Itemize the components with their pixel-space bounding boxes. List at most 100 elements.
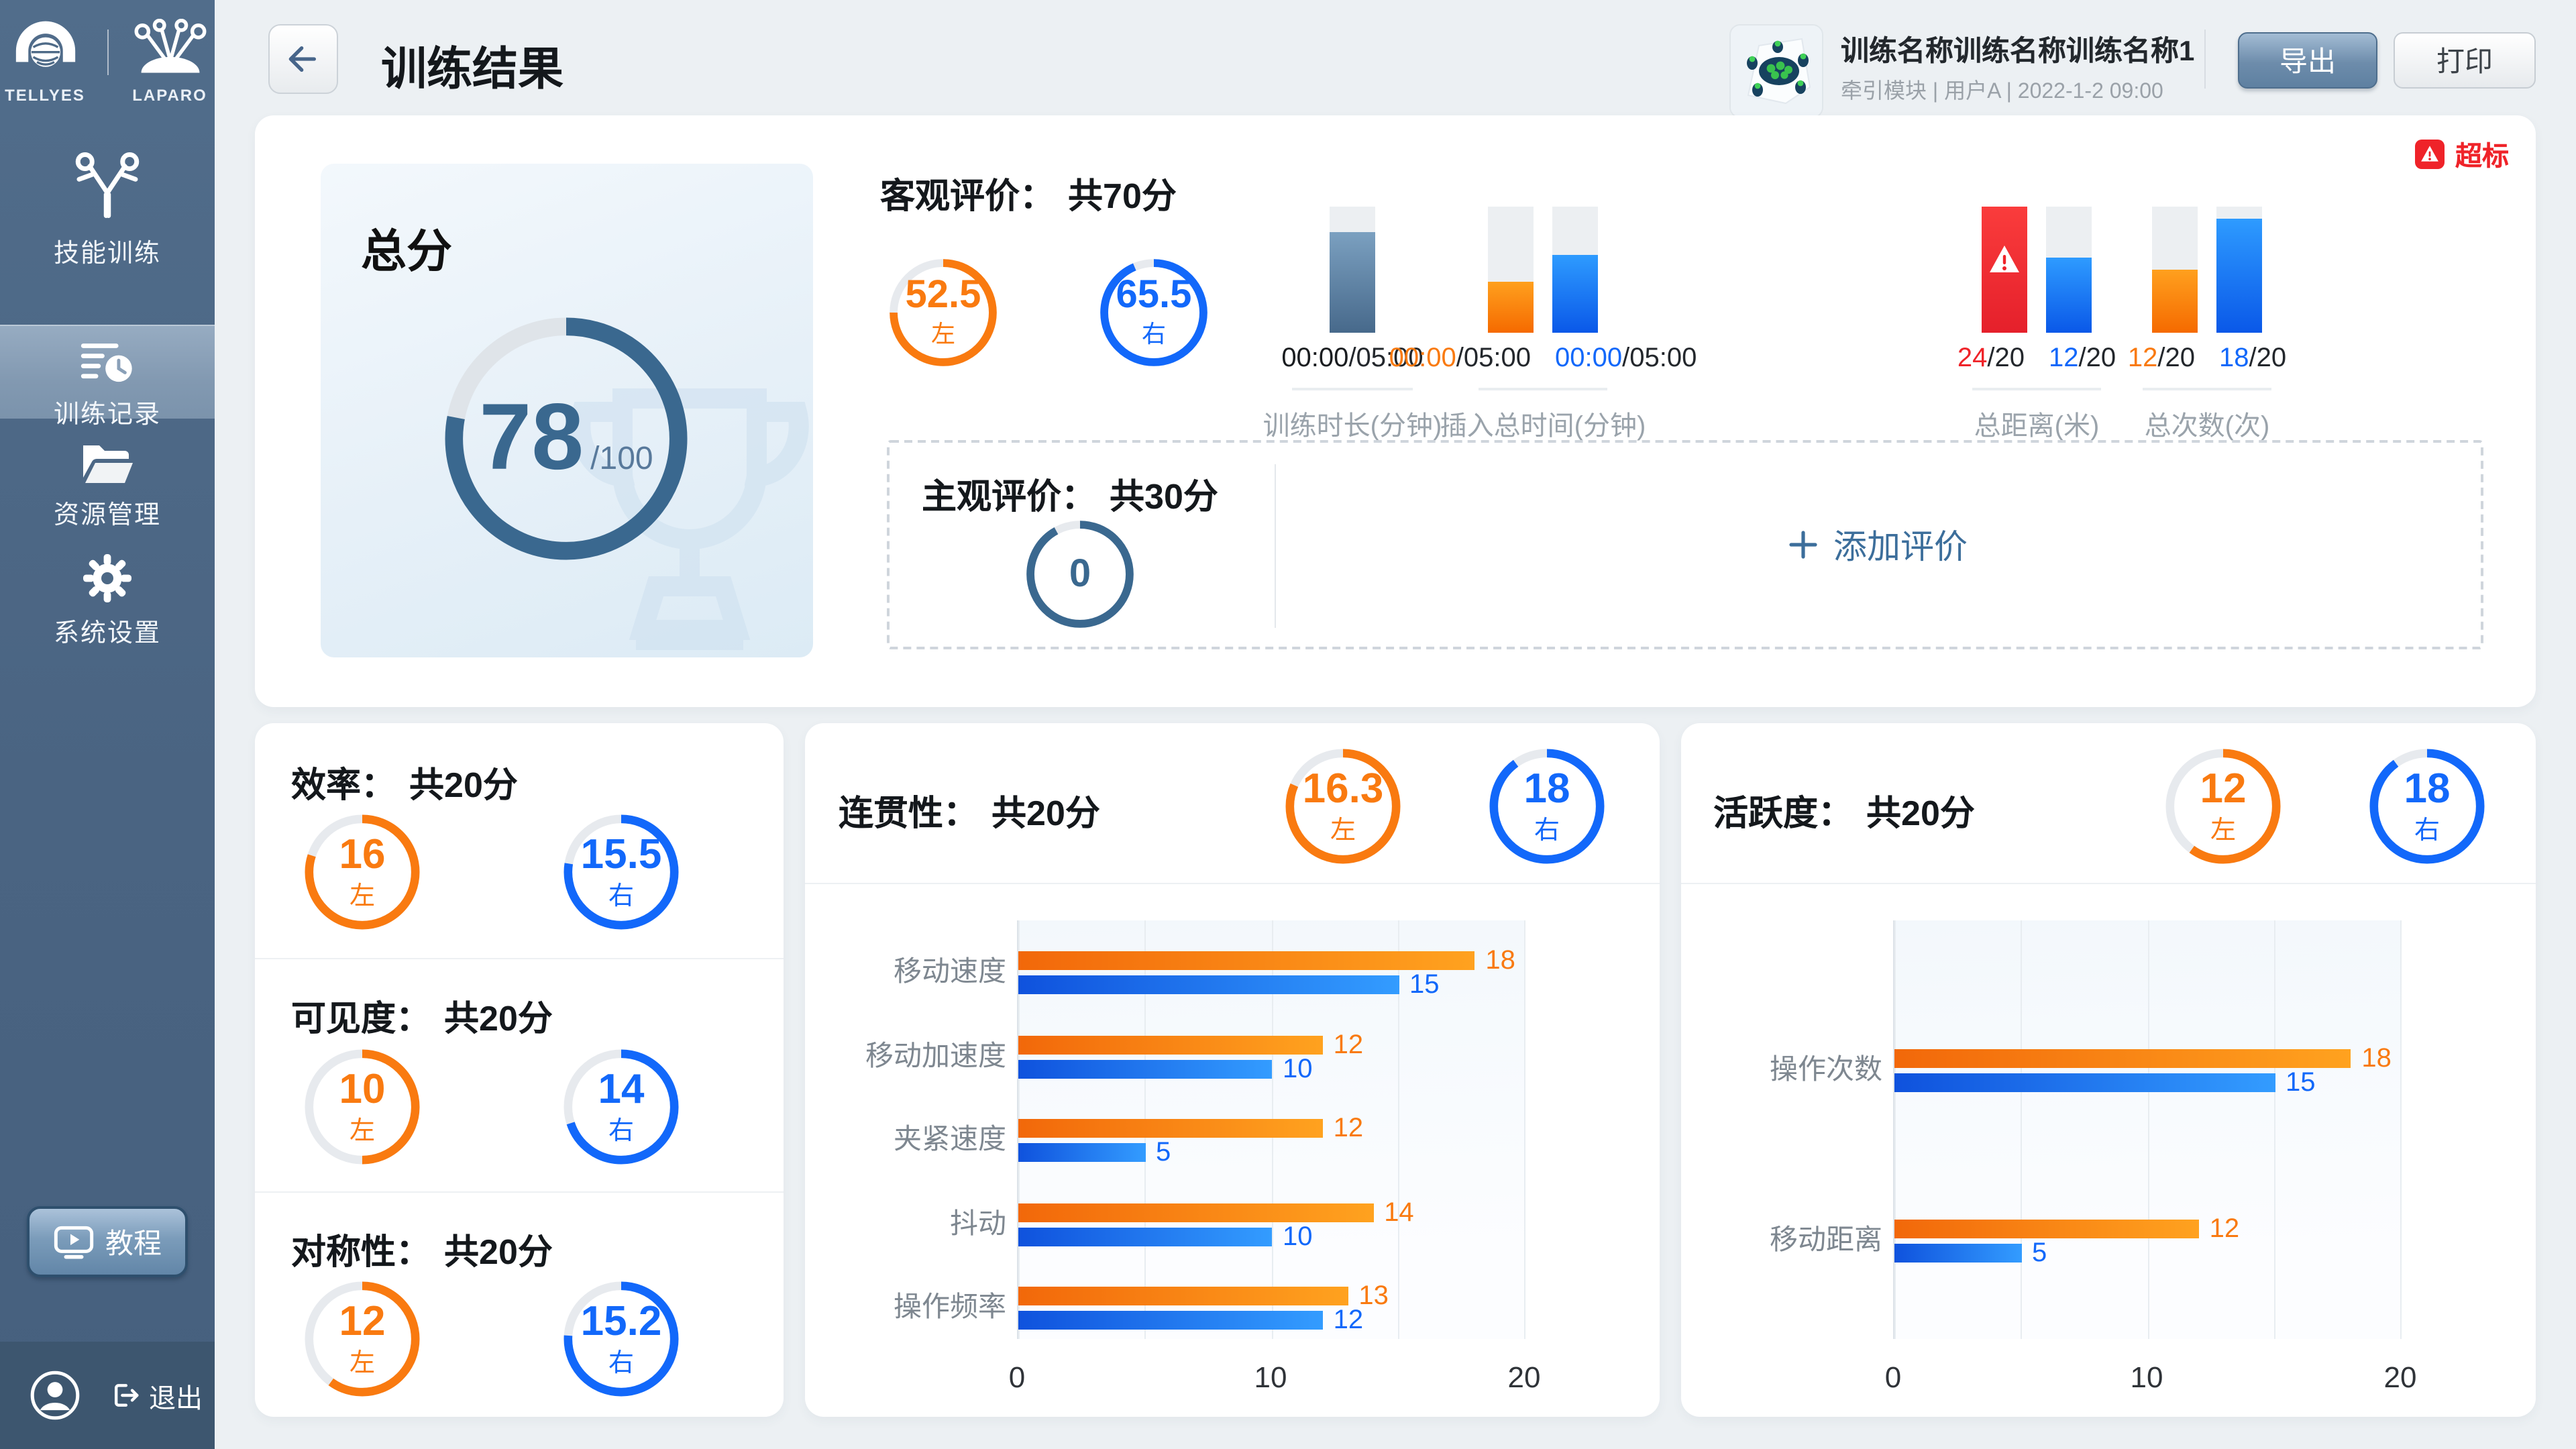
axis-tick-label: 10	[2131, 1360, 2163, 1395]
sidebar-item-training-records[interactable]: 训练记录	[0, 325, 215, 419]
gauge-number: 12	[339, 1299, 386, 1342]
bar-left-value: 14	[1384, 1199, 1414, 1226]
gauge-number: 0	[1069, 554, 1091, 594]
gauge-value: 18右	[2367, 746, 2487, 867]
axis-tick-label: 0	[1009, 1360, 1026, 1395]
gauge-value: 14右	[561, 1046, 682, 1167]
visibility-gauge-right: 14右	[561, 1046, 682, 1167]
add-evaluation-label: 添加评价	[1833, 521, 1968, 569]
app-root: TELLYES LAPARO	[0, 0, 2576, 1449]
mini-bar-track	[2152, 207, 2198, 333]
brand-divider	[107, 30, 108, 75]
over-limit-badge: 超标	[2415, 134, 2509, 173]
avatar[interactable]	[30, 1370, 80, 1421]
bar-right	[1018, 975, 1399, 994]
mini-bar-fill	[2216, 219, 2262, 333]
sidebar-item-system-settings[interactable]: 系统设置	[0, 554, 215, 648]
category-label: 操作频率	[894, 1289, 1006, 1327]
gauge-side-label: 右	[1142, 315, 1166, 350]
mini-bar-values: 00:00/05:0000:00/05:00	[1368, 343, 1717, 374]
over-limit-label: 超标	[2455, 134, 2509, 173]
tellyes-logo-icon	[7, 19, 83, 80]
total-score-card: 总分 78 /100	[321, 164, 813, 657]
bar-left	[1018, 1119, 1323, 1138]
add-evaluation-button[interactable]: 添加评价	[1275, 443, 2481, 647]
subjective-gauge: 0	[1024, 518, 1136, 631]
mini-bar-track	[1982, 207, 2027, 333]
gridline	[1894, 920, 1896, 1339]
folder-icon	[80, 443, 134, 484]
category-label: 夹紧速度	[894, 1122, 1006, 1159]
gauge-side-label: 右	[608, 875, 634, 912]
plus-icon	[1788, 529, 1820, 561]
axis-tick-label: 10	[1254, 1360, 1287, 1395]
objective-gauge-left: 52.5左	[887, 256, 1000, 369]
bar-right-value: 15	[1409, 971, 1440, 998]
category-label: 抖动	[950, 1205, 1006, 1243]
gauge-value: 15.2右	[561, 1279, 682, 1399]
total-score-value: 78 /100	[439, 383, 694, 490]
back-button[interactable]	[268, 24, 338, 94]
gridline	[2147, 920, 2149, 1339]
category-label: 移动速度	[894, 954, 1006, 991]
gauge-side-label: 左	[350, 1342, 375, 1379]
session-name: 训练名称训练名称训练名称1	[1841, 30, 2194, 70]
bar-right	[1018, 1227, 1272, 1246]
mini-bar-fill	[1552, 254, 1598, 333]
mini-bar-fill	[1982, 207, 2027, 333]
bar-right-value: 15	[2286, 1069, 2316, 1096]
symmetry-title: 对称性：共20分	[291, 1225, 553, 1275]
gauge-number: 18	[1524, 767, 1570, 810]
bar-right	[1894, 1244, 2021, 1263]
gauge-side-label: 左	[931, 315, 955, 350]
subjective-evaluation-box: 主观评价：共30分 0 添加评价	[887, 440, 2483, 649]
bar-left-value: 18	[2361, 1045, 2392, 1072]
mini-bar-track	[2216, 207, 2262, 333]
sidebar-item-resource-management[interactable]: 资源管理	[0, 443, 215, 531]
gauge-number: 15.2	[581, 1299, 662, 1342]
section-divider	[805, 883, 1660, 884]
chart-plot-area: 1815121012514101312	[1017, 920, 1524, 1339]
bar-left-value: 18	[1485, 947, 1515, 974]
laparo-logo-icon	[131, 19, 209, 80]
activity-gauge-right: 18右	[2367, 746, 2487, 867]
sidebar-item-label: 资源管理	[0, 495, 215, 531]
gauge-side-label: 右	[608, 1110, 634, 1146]
bar-left	[1018, 951, 1474, 970]
bar-right-value: 10	[1283, 1055, 1313, 1082]
tutorial-button[interactable]: 教程	[27, 1206, 188, 1277]
category-label: 操作次数	[1770, 1052, 1882, 1089]
gauge-side-label: 右	[1534, 810, 1560, 846]
bar-right	[1018, 1059, 1272, 1078]
training-module-image	[1731, 25, 1823, 118]
mini-group-divider	[2143, 388, 2271, 390]
efficiency-title: 效率：共20分	[291, 758, 518, 808]
sidebar-item-label: 系统设置	[0, 613, 215, 649]
print-button[interactable]: 打印	[2394, 32, 2536, 89]
brand-tellyes-label: TELLYES	[2, 86, 88, 105]
bar-left	[1018, 1203, 1373, 1222]
chart-categories: 移动速度移动加速度夹紧速度抖动操作频率	[832, 920, 1006, 1339]
mini-bar-value: 24/20	[1957, 343, 2025, 374]
gear-icon	[83, 554, 131, 602]
bar-right-value: 5	[2032, 1240, 2047, 1267]
bar-left-value: 12	[1334, 1115, 1364, 1142]
category-label: 移动加速度	[865, 1038, 1006, 1075]
brand-laparo-label: LAPARO	[127, 86, 213, 105]
mini-bars	[1368, 207, 1717, 333]
gauge-number: 15.5	[581, 833, 662, 875]
mini-group-title: 总次数(次)	[2033, 404, 2381, 443]
gauge-side-label: 右	[2414, 810, 2440, 846]
chart-x-axis: 01020	[1893, 1360, 2400, 1395]
logout-button[interactable]: 退出	[110, 1376, 203, 1415]
back-arrow-icon	[284, 40, 322, 78]
bar-right	[1018, 1143, 1145, 1162]
sidebar-item-skill-training[interactable]: 技能训练	[0, 148, 215, 276]
bar-right-value: 12	[1334, 1307, 1364, 1334]
metric-group-insert-time: 00:00/05:0000:00/05:00插入总时间(分钟)	[1368, 207, 1717, 443]
gauge-value: 16左	[302, 812, 423, 932]
export-button[interactable]: 导出	[2238, 32, 2377, 89]
gridline	[2274, 920, 2275, 1339]
gauge-value: 12左	[2163, 746, 2284, 867]
gauge-value: 18右	[1487, 746, 1607, 867]
